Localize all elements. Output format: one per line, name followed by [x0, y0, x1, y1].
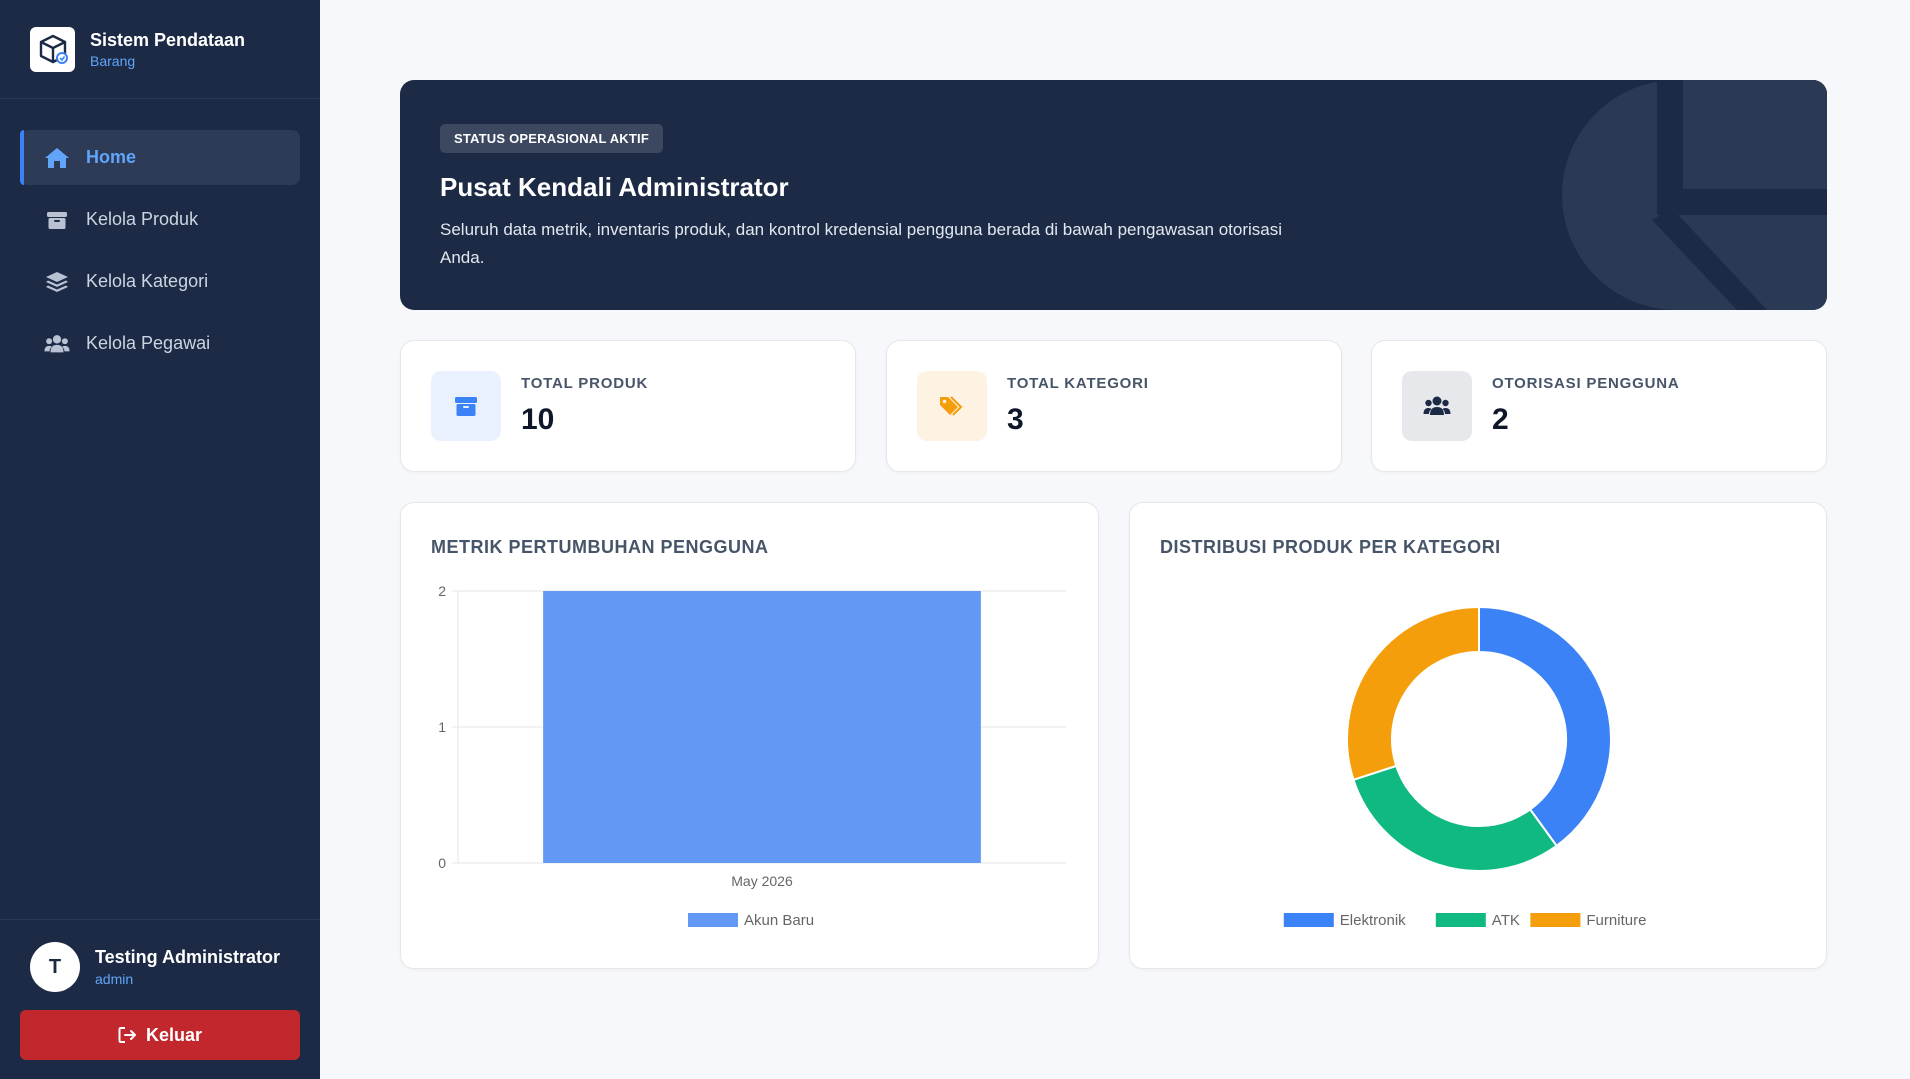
stat-label: TOTAL KATEGORI	[1007, 375, 1149, 392]
sidebar-item-kelola-pegawai[interactable]: Kelola Pegawai	[20, 316, 300, 371]
home-icon	[44, 145, 70, 171]
distribution-doughnut-chart: Elektronik ATK Furniture	[1283, 605, 1646, 929]
growth-bar-chart: 0 1 2 May 2026 Akun Baru	[438, 583, 1066, 929]
sidebar-item-label: Kelola Kategori	[86, 271, 209, 291]
sidebar-item-label: Kelola Pegawai	[86, 333, 211, 353]
tags-icon	[917, 371, 987, 441]
y-tick-label: 0	[438, 855, 446, 871]
x-tick-label: May 2026	[731, 873, 793, 889]
avatar: T	[30, 942, 80, 992]
stat-value: 2	[1492, 403, 1509, 436]
legend-label: Furniture	[1586, 912, 1646, 929]
legend-swatch	[1530, 913, 1581, 927]
logout-label: Keluar	[145, 1024, 203, 1045]
layers-icon	[44, 269, 70, 295]
user-name: Testing Administrator	[95, 947, 281, 967]
sidebar-footer: T Testing Administrator admin Keluar	[0, 919, 320, 1079]
stat-card-pengguna[interactable]: OTORISASI PENGGUNA 2	[1371, 340, 1827, 472]
user-role: admin	[95, 971, 134, 987]
stat-label: OTORISASI PENGGUNA	[1492, 375, 1680, 392]
stat-card-kategori[interactable]: TOTAL KATEGORI 3	[886, 340, 1342, 472]
legend-swatch	[688, 913, 738, 927]
pie-slice	[1346, 605, 1480, 782]
sidebar-item-kelola-kategori[interactable]: Kelola Kategori	[20, 254, 300, 309]
sidebar-nav: Home Kelola Produk Kelola Kategori Kelol…	[0, 99, 320, 371]
page-title: Pusat Kendali Administrator	[440, 172, 789, 202]
sidebar-item-label: Home	[86, 147, 137, 167]
legend-swatch	[1435, 913, 1486, 927]
legend-label: Akun Baru	[744, 912, 814, 929]
brand-subtitle: Barang	[90, 52, 136, 69]
stat-card-produk[interactable]: TOTAL PRODUK 10	[400, 340, 856, 472]
pie-slice	[1478, 605, 1612, 848]
box-icon	[30, 26, 75, 72]
chart-decoration-icon	[1562, 80, 1827, 310]
bar	[543, 591, 981, 863]
logout-icon	[118, 1026, 138, 1044]
box-icon	[431, 371, 501, 441]
pie-slice	[1352, 764, 1558, 872]
legend-label: Elektronik	[1340, 912, 1406, 929]
logout-button[interactable]: Keluar	[20, 1010, 300, 1060]
stat-label: TOTAL PRODUK	[521, 375, 649, 392]
stat-value: 3	[1007, 403, 1024, 436]
hero-banner: STATUS OPERASIONAL AKTIF Pusat Kendali A…	[400, 80, 1827, 310]
growth-chart-card: METRIK PERTUMBUHAN PENGGUNA 0 1 2 May 2026 A…	[400, 502, 1099, 969]
legend-label: ATK	[1492, 912, 1520, 929]
sidebar: Sistem Pendataan Barang Home Kelola Prod…	[0, 0, 320, 1079]
users-icon	[1402, 371, 1472, 441]
status-badge: STATUS OPERASIONAL AKTIF	[440, 124, 663, 153]
stat-value: 10	[521, 403, 555, 436]
users-icon	[44, 331, 70, 357]
y-tick-label: 1	[438, 719, 446, 735]
brand[interactable]: Sistem Pendataan Barang	[0, 0, 320, 99]
legend-swatch	[1283, 913, 1334, 927]
sidebar-item-kelola-produk[interactable]: Kelola Produk	[20, 192, 300, 247]
box-icon	[44, 207, 70, 233]
hero-description: Seluruh data metrik, inventaris produk, …	[440, 220, 1283, 267]
sidebar-item-home[interactable]: Home	[20, 130, 300, 185]
y-tick-label: 2	[438, 583, 446, 599]
distribution-chart-card: DISTRIBUSI PRODUK PER KATEGORI Elektroni…	[1129, 502, 1827, 969]
sidebar-item-label: Kelola Produk	[86, 209, 199, 229]
user-profile[interactable]: T Testing Administrator admin	[0, 920, 320, 992]
brand-title: Sistem Pendataan	[90, 29, 246, 50]
